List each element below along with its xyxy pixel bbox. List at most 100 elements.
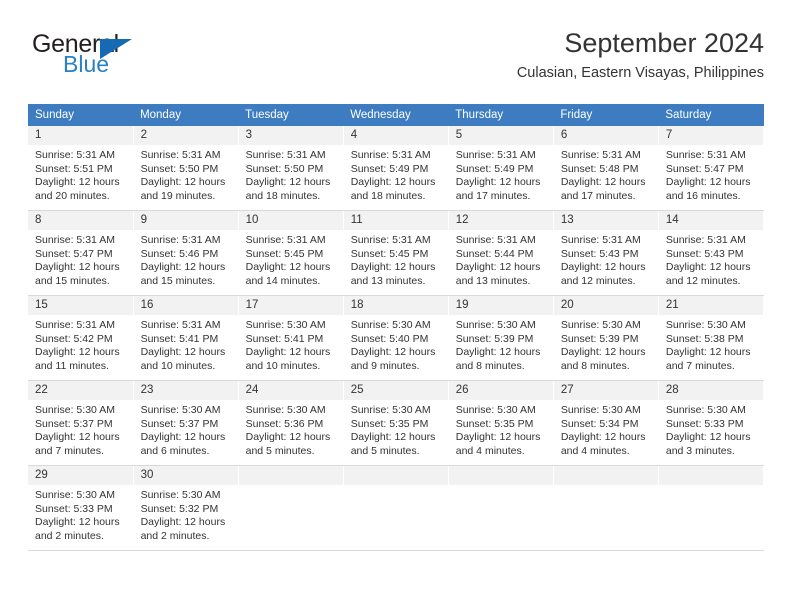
daylight-text-line1: Daylight: 12 hours [140,516,226,529]
daylight-text-line1: Daylight: 12 hours [35,176,120,189]
day-details: Sunrise: 5:31 AM Sunset: 5:43 PM Dayligh… [554,230,658,288]
sunrise-text: Sunrise: 5:31 AM [455,149,536,161]
day-cell[interactable]: 19 Sunrise: 5:30 AM Sunset: 5:39 PM Dayl… [448,295,554,381]
daylight-text-line2: and 2 minutes. [140,529,210,542]
day-details: Sunrise: 5:31 AM Sunset: 5:49 PM Dayligh… [449,145,553,203]
day-cell[interactable]: 22 Sunrise: 5:30 AM Sunset: 5:37 PM Dayl… [28,380,134,466]
sunrise-text: Sunrise: 5:30 AM [560,404,641,416]
day-number [343,466,448,485]
daylight-text-line2: and 4 minutes. [455,444,525,457]
calendar-header-row-group: Sunday Monday Tuesday Wednesday Thursday… [28,104,764,126]
day-cell-empty [238,465,344,551]
daylight-text-line2: and 12 minutes. [560,274,636,287]
day-cell[interactable]: 16 Sunrise: 5:31 AM Sunset: 5:41 PM Dayl… [133,295,239,381]
day-number: 6 [553,126,658,145]
daylight-text-line2: and 10 minutes. [245,359,321,372]
day-cell[interactable]: 11 Sunrise: 5:31 AM Sunset: 5:45 PM Dayl… [343,210,449,296]
sunrise-text: Sunrise: 5:30 AM [350,319,431,331]
day-cell-empty [658,465,765,551]
sunset-text: Sunset: 5:35 PM [350,417,429,430]
day-cell[interactable]: 27 Sunrise: 5:30 AM Sunset: 5:34 PM Dayl… [553,380,659,466]
daylight-text-line2: and 16 minutes. [665,189,741,202]
day-number: 12 [448,211,553,230]
day-number: 22 [28,381,133,400]
daylight-text-line1: Daylight: 12 hours [350,176,436,189]
sunset-text: Sunset: 5:49 PM [350,162,429,175]
daylight-text-line2: and 7 minutes. [665,359,735,372]
day-cell[interactable]: 12 Sunrise: 5:31 AM Sunset: 5:44 PM Dayl… [448,210,554,296]
day-cell[interactable]: 17 Sunrise: 5:30 AM Sunset: 5:41 PM Dayl… [238,295,344,381]
calendar-week-row: 29 Sunrise: 5:30 AM Sunset: 5:33 PM Dayl… [28,465,765,551]
day-number: 26 [448,381,553,400]
daylight-text-line1: Daylight: 12 hours [560,346,646,359]
day-cell[interactable]: 21 Sunrise: 5:30 AM Sunset: 5:38 PM Dayl… [658,295,765,381]
day-cell[interactable]: 13 Sunrise: 5:31 AM Sunset: 5:43 PM Dayl… [553,210,659,296]
day-number: 15 [28,296,133,315]
sunrise-text: Sunrise: 5:30 AM [455,404,536,416]
calendar-body: 1 Sunrise: 5:31 AM Sunset: 5:51 PM Dayli… [28,126,765,551]
sunset-text: Sunset: 5:33 PM [35,502,113,515]
daylight-text-line2: and 13 minutes. [350,274,426,287]
sunrise-text: Sunrise: 5:31 AM [140,319,221,331]
sunset-text: Sunset: 5:41 PM [140,332,219,345]
day-cell[interactable]: 26 Sunrise: 5:30 AM Sunset: 5:35 PM Dayl… [448,380,554,466]
daylight-text-line1: Daylight: 12 hours [245,431,331,444]
day-number: 8 [28,211,133,230]
day-number: 25 [343,381,448,400]
day-cell[interactable]: 29 Sunrise: 5:30 AM Sunset: 5:33 PM Dayl… [28,465,134,551]
daylight-text-line2: and 6 minutes. [140,444,210,457]
daylight-text-line2: and 8 minutes. [455,359,525,372]
calendar-week-row: 22 Sunrise: 5:30 AM Sunset: 5:37 PM Dayl… [28,380,765,466]
daylight-text-line2: and 18 minutes. [245,189,321,202]
day-cell[interactable]: 30 Sunrise: 5:30 AM Sunset: 5:32 PM Dayl… [133,465,239,551]
day-details: Sunrise: 5:31 AM Sunset: 5:45 PM Dayligh… [239,230,343,288]
day-cell[interactable]: 4 Sunrise: 5:31 AM Sunset: 5:49 PM Dayli… [343,126,449,211]
day-cell[interactable]: 25 Sunrise: 5:30 AM Sunset: 5:35 PM Dayl… [343,380,449,466]
weekday-header-friday: Friday [553,104,659,126]
day-cell[interactable]: 7 Sunrise: 5:31 AM Sunset: 5:47 PM Dayli… [658,126,765,211]
day-number: 4 [343,126,448,145]
daylight-text-line1: Daylight: 12 hours [35,346,120,359]
sunset-text: Sunset: 5:48 PM [560,162,639,175]
sunset-text: Sunset: 5:36 PM [245,417,324,430]
weekday-header-tuesday: Tuesday [238,104,344,126]
daylight-text-line1: Daylight: 12 hours [455,261,541,274]
day-cell[interactable]: 14 Sunrise: 5:31 AM Sunset: 5:43 PM Dayl… [658,210,765,296]
day-cell[interactable]: 18 Sunrise: 5:30 AM Sunset: 5:40 PM Dayl… [343,295,449,381]
day-number: 11 [343,211,448,230]
daylight-text-line2: and 19 minutes. [140,189,216,202]
day-cell[interactable]: 8 Sunrise: 5:31 AM Sunset: 5:47 PM Dayli… [28,210,134,296]
day-details: Sunrise: 5:31 AM Sunset: 5:47 PM Dayligh… [659,145,763,203]
sunset-text: Sunset: 5:44 PM [455,247,534,260]
day-cell[interactable]: 28 Sunrise: 5:30 AM Sunset: 5:33 PM Dayl… [658,380,765,466]
day-cell[interactable]: 5 Sunrise: 5:31 AM Sunset: 5:49 PM Dayli… [448,126,554,211]
sunset-text: Sunset: 5:41 PM [245,332,324,345]
day-number: 27 [553,381,658,400]
day-cell[interactable]: 2 Sunrise: 5:31 AM Sunset: 5:50 PM Dayli… [133,126,239,211]
day-cell[interactable]: 24 Sunrise: 5:30 AM Sunset: 5:36 PM Dayl… [238,380,344,466]
general-blue-logo[interactable]: General Blue [32,30,212,90]
day-cell[interactable]: 6 Sunrise: 5:31 AM Sunset: 5:48 PM Dayli… [553,126,659,211]
sunrise-text: Sunrise: 5:30 AM [350,404,431,416]
day-details: Sunrise: 5:30 AM Sunset: 5:33 PM Dayligh… [659,400,763,458]
day-cell[interactable]: 15 Sunrise: 5:31 AM Sunset: 5:42 PM Dayl… [28,295,134,381]
sunrise-text: Sunrise: 5:30 AM [245,404,326,416]
weekday-header-row: Sunday Monday Tuesday Wednesday Thursday… [28,104,764,126]
day-cell[interactable]: 9 Sunrise: 5:31 AM Sunset: 5:46 PM Dayli… [133,210,239,296]
day-number: 21 [658,296,763,315]
daylight-text-line2: and 5 minutes. [350,444,420,457]
sunrise-text: Sunrise: 5:30 AM [140,404,221,416]
daylight-text-line2: and 13 minutes. [455,274,531,287]
day-cell[interactable]: 3 Sunrise: 5:31 AM Sunset: 5:50 PM Dayli… [238,126,344,211]
day-cell[interactable]: 20 Sunrise: 5:30 AM Sunset: 5:39 PM Dayl… [553,295,659,381]
title-block: September 2024 Culasian, Eastern Visayas… [517,26,764,82]
day-cell[interactable]: 10 Sunrise: 5:31 AM Sunset: 5:45 PM Dayl… [238,210,344,296]
daylight-text-line1: Daylight: 12 hours [350,431,436,444]
sunset-text: Sunset: 5:34 PM [560,417,639,430]
calendar-page: General Blue September 2024 Culasian, Ea… [0,0,792,612]
day-cell[interactable]: 1 Sunrise: 5:31 AM Sunset: 5:51 PM Dayli… [28,126,134,211]
daylight-text-line2: and 5 minutes. [245,444,315,457]
sunset-text: Sunset: 5:37 PM [140,417,219,430]
day-cell[interactable]: 23 Sunrise: 5:30 AM Sunset: 5:37 PM Dayl… [133,380,239,466]
day-details: Sunrise: 5:31 AM Sunset: 5:48 PM Dayligh… [554,145,658,203]
